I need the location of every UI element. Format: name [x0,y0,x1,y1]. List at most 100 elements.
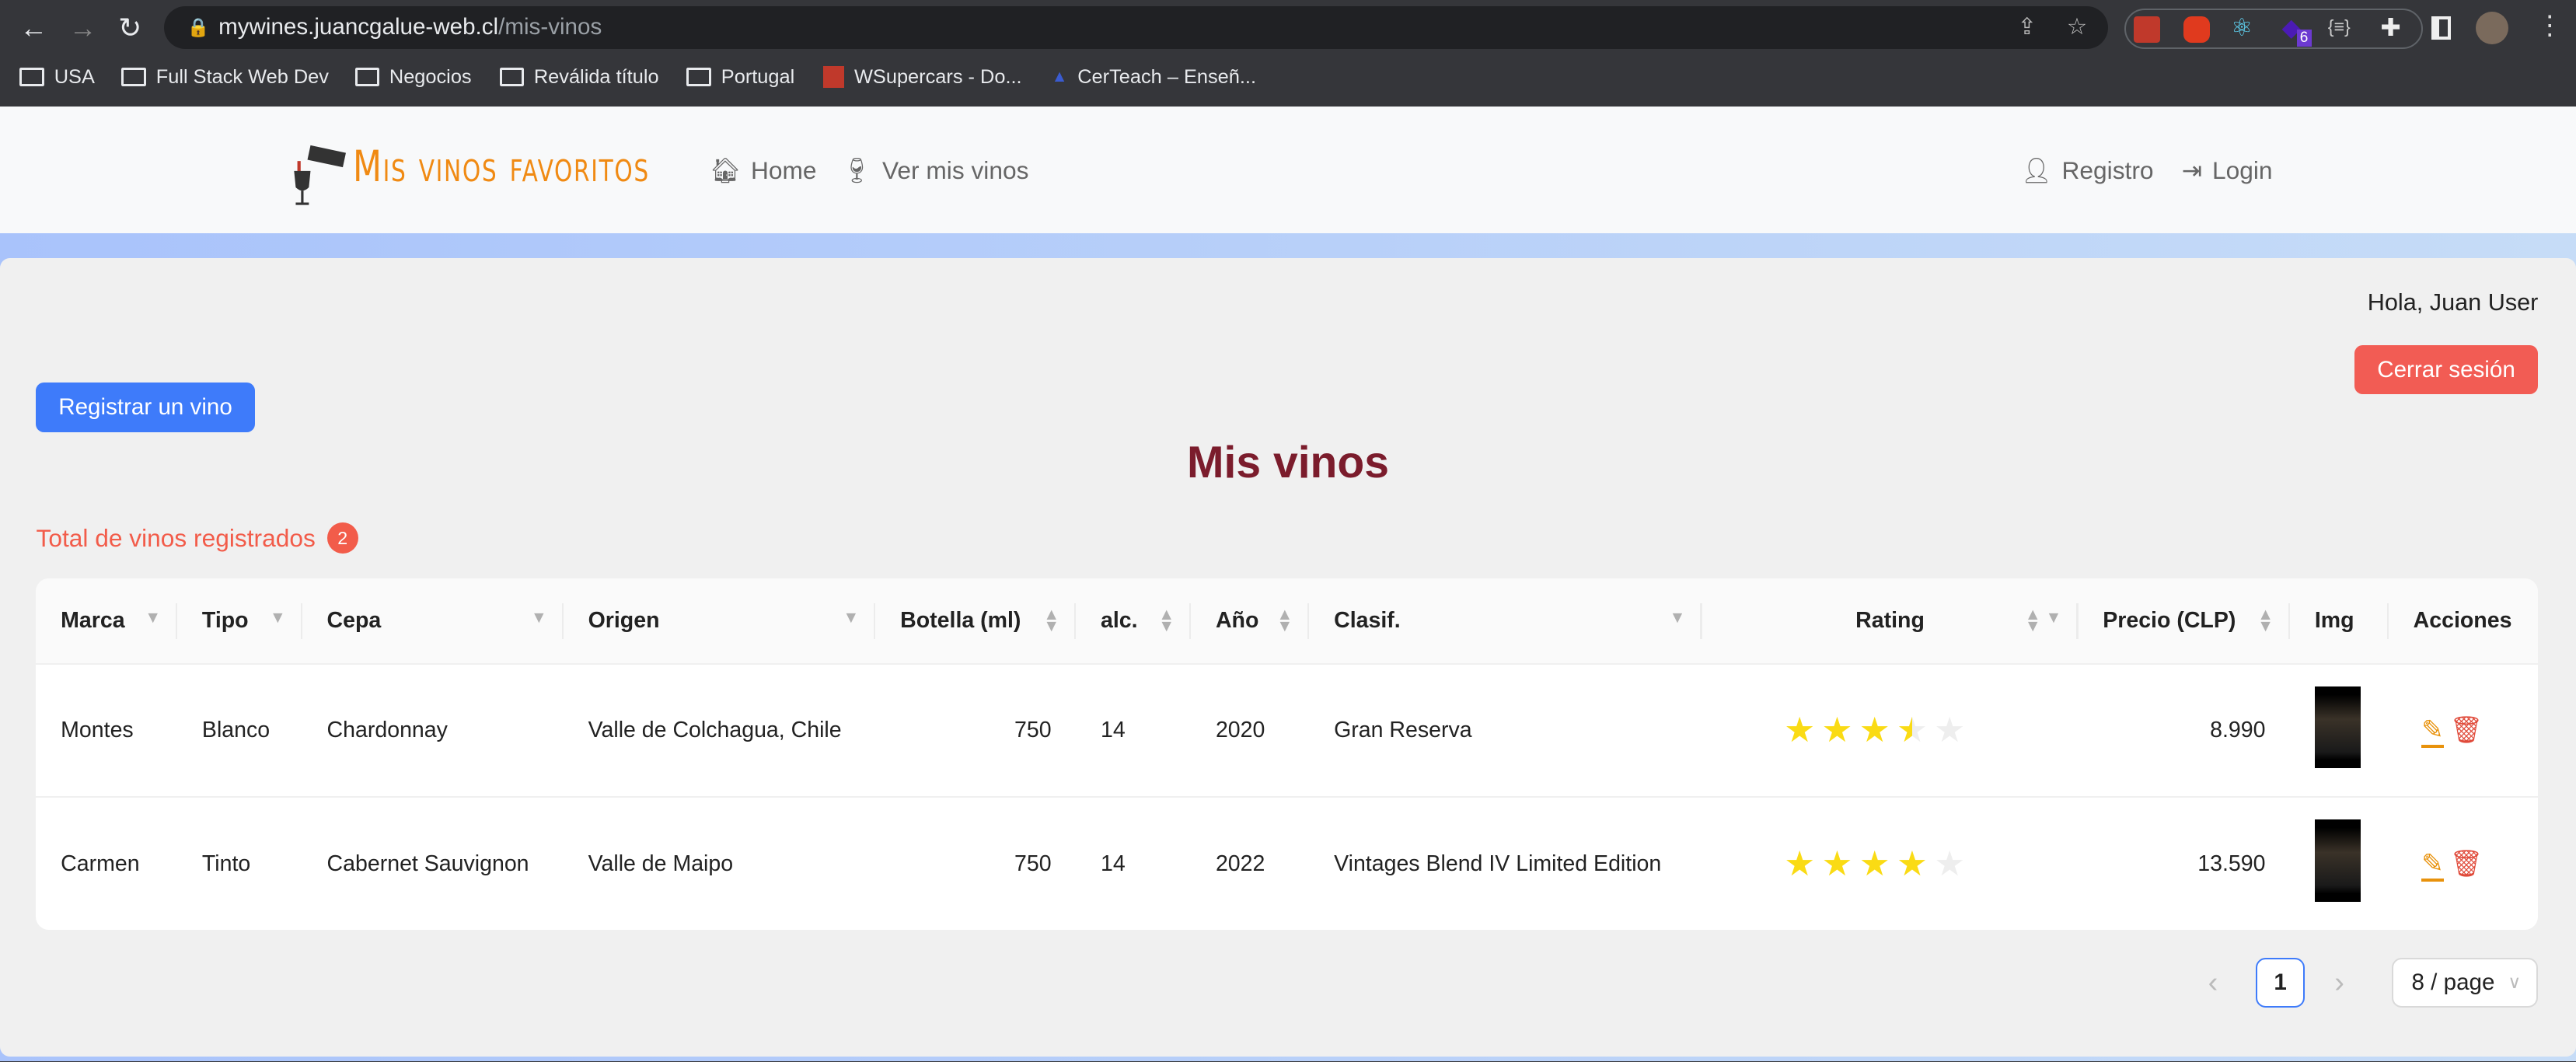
star-icon[interactable]: ★ [1859,711,1890,749]
bookmark-negocios[interactable]: Negocios [354,65,472,89]
folder-icon [354,68,380,86]
side-panel-icon[interactable] [2431,16,2452,40]
filter-icon[interactable]: ▼ [145,610,161,626]
star-icon[interactable]: ★ [1821,845,1852,883]
wine-bottle-thumbnail[interactable] [2314,819,2361,902]
star-icon[interactable]: ★ [1934,845,1965,883]
register-wine-button[interactable]: Registrar un vino [36,383,255,432]
star-icon[interactable]: ★ [1784,711,1815,749]
nav-registro-label: Registro [2061,155,2154,184]
address-bar[interactable]: 🔒 mywines.juancgalue-web.cl/mis-vinos ⇪ ☆ [164,6,2108,50]
column-header[interactable]: Cepa ▼ [302,578,564,664]
folder-icon [499,68,525,86]
json-extension-icon[interactable]: {≡} [2328,16,2351,37]
star-icon[interactable]: ★ [1859,845,1890,883]
reload-icon[interactable]: ↻ [118,12,141,44]
bookmark-portugal[interactable]: Portugal [686,66,794,89]
sort-icon[interactable]: ▲ ▼ [1043,606,1059,634]
star-icon[interactable]: ★ [1821,711,1852,749]
sort-icon[interactable]: ▲ ▼ [2257,606,2274,634]
column-header[interactable]: Clasif. ▼ [1309,578,1702,664]
avatar[interactable] [2476,11,2509,45]
column-header[interactable]: Rating ▲ ▼ ▼ [1702,578,2079,664]
column-header: Img [2290,578,2389,664]
share-icon[interactable]: ⇪ [2017,6,2037,49]
url-path: /mis-vinos [498,14,602,40]
filter-icon[interactable]: ▼ [531,610,547,626]
rating-stars[interactable]: ★ ★ ★ ★ ★ [1702,662,2079,798]
adblock-icon[interactable] [2183,16,2210,43]
edit-icon[interactable]: ✎ [2421,849,2444,882]
sort-filter-icon[interactable]: ▲ ▼ ▼ [2025,606,2062,634]
filter-icon[interactable]: ▼ [843,610,859,626]
menu-icon[interactable]: ⋮ [2536,10,2563,41]
trash-icon[interactable]: 🗑︎ [2450,849,2484,879]
nav-registro[interactable]: 👤︎ Registro [2021,156,2154,185]
filter-icon[interactable]: ▼ [1670,610,1686,626]
column-header[interactable]: Botella (ml) ▲ ▼ [875,578,1077,664]
bookmark-certeach[interactable]: ▲ CerTeach – Enseñ... [1052,66,1256,89]
star-icon[interactable]: ★ [1897,711,1928,749]
cell-clasif: Gran Reserva [1309,662,1702,798]
rating-stars[interactable]: ★ ★ ★ ★ ★ [1702,796,2079,931]
nav-home[interactable]: 🏠︎ Home [710,156,816,185]
star-icon[interactable]: ★ [1897,845,1928,883]
trash-icon[interactable]: 🗑︎ [2450,715,2484,745]
bookmark-revalida[interactable]: Reválida título [499,66,659,89]
cell-actions: ✎ 🗑︎ [2388,796,2539,931]
column-header[interactable]: Origen ▼ [563,578,876,664]
bookmark-fullstack[interactable]: Full Stack Web Dev [121,66,329,89]
cell-alc: 14 [1076,662,1192,798]
column-header-label: Botella (ml) [900,607,1021,633]
cell-anio: 2020 [1191,662,1310,798]
folder-icon [121,68,147,86]
extension-badge: 6 [2296,29,2312,47]
puzzle-icon[interactable]: ✚ [2380,13,2401,42]
column-header-label: Cepa [326,607,382,633]
next-page-button[interactable]: › [2334,966,2344,1000]
bookmark-star-icon[interactable]: ☆ [2067,6,2088,49]
bookmark-usa[interactable]: USA [19,66,95,89]
page-1-button[interactable]: 1 [2255,958,2305,1008]
total-count-badge: 2 [326,522,358,554]
column-header[interactable]: Precio (CLP) ▲ ▼ [2078,578,2291,664]
login-icon: ⇥ [2181,155,2203,184]
cell-tipo: Blanco [177,662,302,798]
back-icon[interactable]: ← [19,12,47,44]
sort-icon[interactable]: ▲ ▼ [1276,606,1293,634]
forward-icon[interactable]: → [69,12,97,44]
nav-home-label: Home [750,155,817,184]
nav-login[interactable]: ⇥ Login [2182,156,2273,185]
chevron-down-icon: ∨ [2508,972,2522,993]
lastpass-icon[interactable] [2134,16,2161,43]
bookmark-label: CerTeach – Enseñ... [1077,65,1257,88]
cell-botella: 750 [875,662,1077,798]
filter-icon[interactable]: ▼ [270,610,286,626]
column-header[interactable]: Marca ▼ [36,578,178,664]
bookmark-label: Negocios [389,65,472,88]
column-header[interactable]: alc. ▲ ▼ [1076,578,1192,664]
page-size-select[interactable]: 8 / page ∨ [2392,958,2539,1008]
page-size-value: 8 / page [2411,969,2495,995]
cell-alc: 14 [1076,796,1192,931]
star-icon[interactable]: ★ [1934,711,1965,749]
sort-icon[interactable]: ▲ ▼ [1158,606,1175,634]
column-header-label: Clasif. [1334,607,1401,633]
logout-button[interactable]: Cerrar sesión [2354,344,2539,395]
star-icon[interactable]: ★ [1784,845,1815,883]
wine-bottle-thumbnail[interactable] [2314,686,2361,769]
bookmark-wsupercars[interactable]: WSupercars - Do... [822,66,1022,89]
prev-page-button[interactable]: ‹ [2208,966,2218,1000]
column-header[interactable]: Tipo ▼ [177,578,302,664]
column-header-label: Marca [61,607,125,633]
nav-ver-mis-vinos[interactable]: 🍷︎ Ver mis vinos [841,156,1028,185]
edit-icon[interactable]: ✎ [2421,715,2444,749]
brand-logo[interactable]: Mis vinos favoritos [353,141,650,191]
bookmark-label: Portugal [721,65,795,88]
lock-icon: 🔒 [187,17,210,38]
react-devtools-icon[interactable]: ⚛ [2231,13,2253,42]
column-header[interactable]: Año ▲ ▼ [1191,578,1310,664]
column-header-label: Tipo [201,607,249,633]
column-header-label: Precio (CLP) [2103,607,2236,633]
cell-precio: 13.590 [2078,796,2291,931]
